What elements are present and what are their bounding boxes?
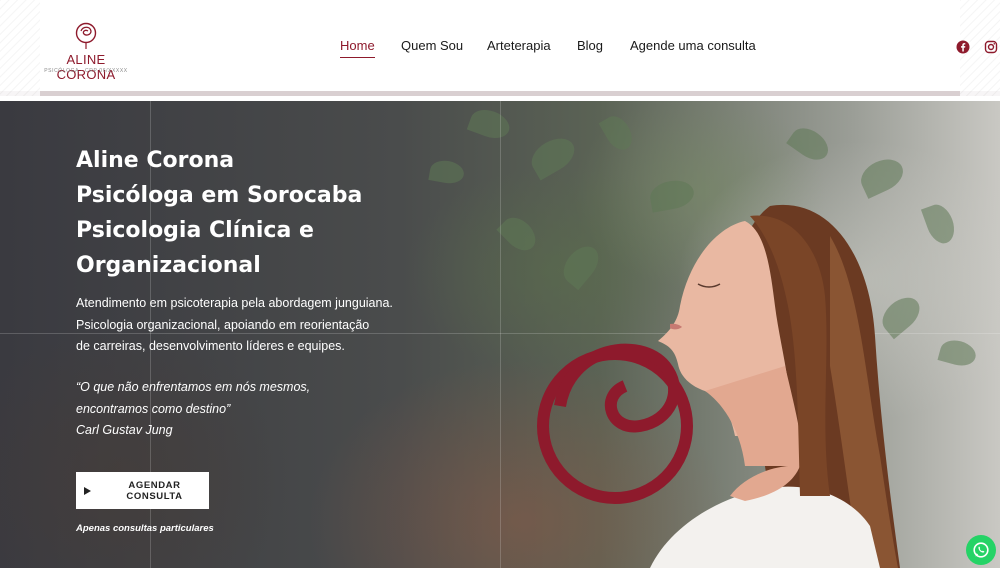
hero-description-line: Atendimento em psicoterapia pela abordag… xyxy=(76,296,393,310)
grid-line xyxy=(500,101,501,568)
leaf-decoration xyxy=(428,158,466,186)
nav-item-agende-consulta[interactable]: Agende uma consulta xyxy=(630,38,756,53)
consultation-note: Apenas consultas particulares xyxy=(76,523,214,534)
whatsapp-button[interactable] xyxy=(966,535,996,565)
hero-description-line: de carreiras, desenvolvimento líderes e … xyxy=(76,339,345,353)
nav-item-home[interactable]: Home xyxy=(340,38,375,58)
leaf-decoration xyxy=(598,111,638,155)
hero-title-line: Psicóloga em Sorocaba xyxy=(76,183,363,208)
leaf-decoration xyxy=(855,153,909,199)
quote-author: Carl Gustav Jung xyxy=(76,423,173,437)
leaf-decoration xyxy=(466,104,514,144)
play-icon xyxy=(84,486,91,495)
hero-title-line: Organizacional xyxy=(76,253,261,278)
hero-description: Atendimento em psicoterapia pela abordag… xyxy=(76,293,406,358)
main-nav: Home Quem Sou Arteterapia Blog Agende um… xyxy=(0,38,1000,60)
hero-section: Aline Corona Psicóloga em Sorocaba Psico… xyxy=(0,101,1000,568)
facebook-icon[interactable] xyxy=(956,40,970,54)
instagram-icon[interactable] xyxy=(984,40,998,54)
hero-title: Aline Corona Psicóloga em Sorocaba Psico… xyxy=(76,143,396,283)
quote-line: “O que não enfrentamos em nós mesmos, xyxy=(76,380,311,394)
leaf-decoration xyxy=(786,121,834,167)
hero-description-line: Psicologia organizacional, apoiando em r… xyxy=(76,317,370,332)
hero-title-line: Psicologia Clínica e xyxy=(76,218,314,243)
cta-label: AGENDAR CONSULTA xyxy=(126,479,183,502)
hero-portrait-image xyxy=(537,204,900,568)
site-header: ALINE CORONA PSICÓLOGA · CRP 06/XXXXX Ho… xyxy=(0,0,1000,96)
nav-item-quem-sou[interactable]: Quem Sou xyxy=(401,38,463,53)
leaf-decoration xyxy=(525,131,581,181)
nav-item-arteterapia[interactable]: Arteterapia xyxy=(487,38,551,53)
quote-line: encontramos como destino” xyxy=(76,401,231,416)
hero-quote: “O que não enfrentamos em nós mesmos, en… xyxy=(76,377,356,442)
nav-item-blog[interactable]: Blog xyxy=(577,38,603,53)
whatsapp-icon xyxy=(973,542,989,558)
hero-title-line: Aline Corona xyxy=(76,148,235,173)
leaf-decoration xyxy=(937,336,979,370)
agendar-consulta-button[interactable]: AGENDAR CONSULTA xyxy=(76,472,209,509)
logo-subtitle: PSICÓLOGA · CRP 06/XXXXX xyxy=(44,68,128,74)
